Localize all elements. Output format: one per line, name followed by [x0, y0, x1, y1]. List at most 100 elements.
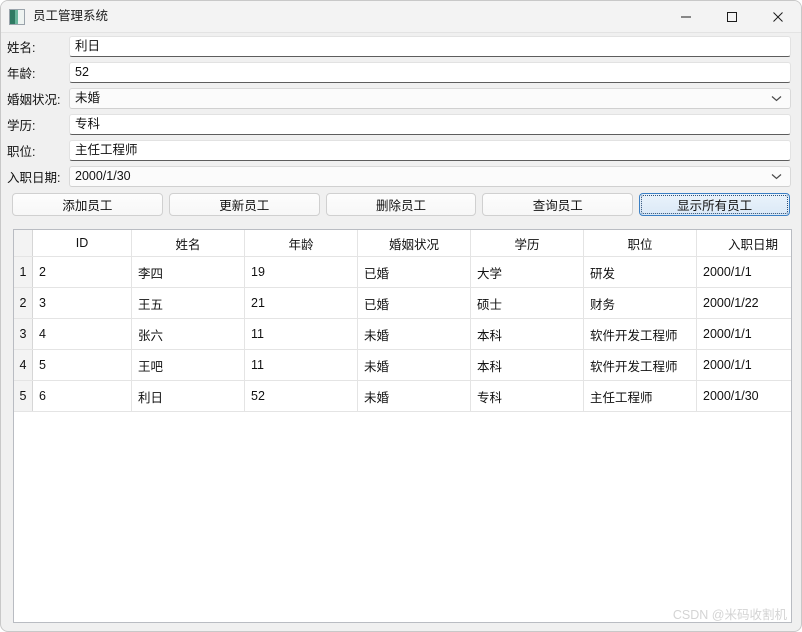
- label-hire-date: 入职日期:: [7, 170, 61, 185]
- cell-position[interactable]: 主任工程师: [583, 380, 697, 412]
- show-all-employees-button[interactable]: 显示所有员工: [639, 193, 790, 216]
- cell-name[interactable]: 王吧: [131, 349, 245, 381]
- cell-age[interactable]: 19: [244, 256, 358, 288]
- form-row-marital-status: 婚姻状况: 未婚: [1, 85, 801, 111]
- cell-marital-status[interactable]: 未婚: [357, 349, 471, 381]
- cell-id[interactable]: 3: [32, 287, 132, 319]
- select-marital-status[interactable]: 未婚: [69, 87, 791, 109]
- row-number: 3: [14, 318, 33, 350]
- row-number: 5: [14, 380, 33, 412]
- cell-education[interactable]: 本科: [470, 318, 584, 350]
- grid-header-marital-status[interactable]: 婚姻状况: [357, 230, 471, 257]
- action-button-bar: 添加员工 更新员工 删除员工 查询员工 显示所有员工: [1, 189, 801, 216]
- cell-hire-date[interactable]: 2000/1/1: [696, 349, 791, 381]
- table-row[interactable]: 2 3 王五 21 已婚 硕士 财务 2000/1/22: [14, 287, 791, 319]
- cell-age[interactable]: 11: [244, 318, 358, 350]
- grid-body: 1 2 李四 19 已婚 大学 研发 2000/1/1 2 3 王五 21 已婚…: [14, 256, 791, 412]
- form-row-hire-date: 入职日期: 2000/1/30: [1, 163, 801, 189]
- label-marital-status: 婚姻状况:: [7, 92, 61, 107]
- app-icon: [9, 8, 25, 25]
- grid-corner-cell: [14, 230, 33, 257]
- cell-age[interactable]: 52: [244, 380, 358, 412]
- employee-form: 姓名: 利日 年龄: 52 婚姻状况: 未婚 学历: 专科 职位: 主任工程师 …: [1, 33, 801, 189]
- cell-education[interactable]: 硕士: [470, 287, 584, 319]
- close-icon: [773, 11, 783, 22]
- minimize-icon: [681, 16, 691, 17]
- cell-marital-status[interactable]: 已婚: [357, 256, 471, 288]
- cell-position[interactable]: 软件开发工程师: [583, 349, 697, 381]
- add-employee-button[interactable]: 添加员工: [12, 193, 163, 216]
- cell-id[interactable]: 6: [32, 380, 132, 412]
- maximize-icon: [727, 11, 737, 22]
- chevron-down-icon: [771, 173, 782, 179]
- cell-education[interactable]: 本科: [470, 349, 584, 381]
- table-row[interactable]: 1 2 李四 19 已婚 大学 研发 2000/1/1: [14, 256, 791, 288]
- form-row-name: 姓名: 利日: [1, 33, 801, 59]
- input-education[interactable]: 专科: [69, 113, 791, 135]
- employee-grid: ID 姓名 年龄 婚姻状况 学历 职位 入职日期 1 2 李四 19 已婚 大学: [14, 230, 791, 412]
- input-position[interactable]: 主任工程师: [69, 139, 791, 161]
- window-controls: [663, 1, 801, 32]
- cell-age[interactable]: 21: [244, 287, 358, 319]
- application-window: 员工管理系统 姓名: 利日 年龄: 52 婚姻状况: 未婚 学历: 专科 职位:…: [0, 0, 802, 632]
- cell-name[interactable]: 王五: [131, 287, 245, 319]
- cell-marital-status[interactable]: 已婚: [357, 287, 471, 319]
- row-number: 1: [14, 256, 33, 288]
- table-row[interactable]: 5 6 利日 52 未婚 专科 主任工程师 2000/1/30: [14, 380, 791, 412]
- cell-hire-date[interactable]: 2000/1/30: [696, 380, 791, 412]
- form-row-age: 年龄: 52: [1, 59, 801, 85]
- grid-header-row: ID 姓名 年龄 婚姻状况 学历 职位 入职日期: [14, 230, 791, 257]
- cell-id[interactable]: 4: [32, 318, 132, 350]
- delete-employee-button[interactable]: 删除员工: [325, 193, 477, 216]
- label-position: 职位:: [7, 144, 36, 159]
- cell-name[interactable]: 利日: [131, 380, 245, 412]
- row-number: 2: [14, 287, 33, 319]
- grid-header-age[interactable]: 年龄: [244, 230, 358, 257]
- grid-header-id[interactable]: ID: [32, 230, 132, 257]
- grid-header: ID 姓名 年龄 婚姻状况 学历 职位 入职日期: [14, 230, 791, 257]
- select-marital-status-value: 未婚: [75, 90, 101, 105]
- cell-position[interactable]: 研发: [583, 256, 697, 288]
- query-employee-button[interactable]: 查询员工: [482, 193, 634, 216]
- label-education: 学历:: [7, 118, 36, 133]
- cell-marital-status[interactable]: 未婚: [357, 380, 471, 412]
- close-button[interactable]: [755, 1, 801, 32]
- window-title: 员工管理系统: [33, 9, 109, 24]
- grid-header-hire-date[interactable]: 入职日期: [696, 230, 791, 257]
- cell-education[interactable]: 大学: [470, 256, 584, 288]
- title-bar: 员工管理系统: [1, 1, 801, 33]
- cell-position[interactable]: 软件开发工程师: [583, 318, 697, 350]
- form-row-position: 职位: 主任工程师: [1, 137, 801, 163]
- update-employee-button[interactable]: 更新员工: [168, 193, 320, 216]
- select-hire-date[interactable]: 2000/1/30: [69, 165, 791, 187]
- cell-hire-date[interactable]: 2000/1/22: [696, 287, 791, 319]
- cell-id[interactable]: 2: [32, 256, 132, 288]
- grid-header-position[interactable]: 职位: [583, 230, 697, 257]
- cell-age[interactable]: 11: [244, 349, 358, 381]
- table-row[interactable]: 3 4 张六 11 未婚 本科 软件开发工程师 2000/1/1: [14, 318, 791, 350]
- cell-name[interactable]: 李四: [131, 256, 245, 288]
- cell-education[interactable]: 专科: [470, 380, 584, 412]
- grid-header-name[interactable]: 姓名: [131, 230, 245, 257]
- grid-header-education[interactable]: 学历: [470, 230, 584, 257]
- table-row[interactable]: 4 5 王吧 11 未婚 本科 软件开发工程师 2000/1/1: [14, 349, 791, 381]
- select-hire-date-value: 2000/1/30: [75, 168, 131, 183]
- input-name[interactable]: 利日: [69, 35, 791, 57]
- cell-marital-status[interactable]: 未婚: [357, 318, 471, 350]
- input-name-value: 利日: [75, 38, 101, 53]
- cell-id[interactable]: 5: [32, 349, 132, 381]
- maximize-button[interactable]: [709, 1, 755, 32]
- row-number: 4: [14, 349, 33, 381]
- cell-name[interactable]: 张六: [131, 318, 245, 350]
- input-age[interactable]: 52: [69, 61, 791, 83]
- watermark: CSDN @米码收割机: [672, 608, 787, 622]
- employee-grid-panel[interactable]: ID 姓名 年龄 婚姻状况 学历 职位 入职日期 1 2 李四 19 已婚 大学: [13, 229, 792, 623]
- input-position-value: 主任工程师: [75, 142, 138, 157]
- cell-hire-date[interactable]: 2000/1/1: [696, 318, 791, 350]
- cell-position[interactable]: 财务: [583, 287, 697, 319]
- cell-hire-date[interactable]: 2000/1/1: [696, 256, 791, 288]
- minimize-button[interactable]: [663, 1, 709, 32]
- form-row-education: 学历: 专科: [1, 111, 801, 137]
- label-name: 姓名:: [7, 40, 36, 55]
- input-age-value: 52: [75, 64, 89, 79]
